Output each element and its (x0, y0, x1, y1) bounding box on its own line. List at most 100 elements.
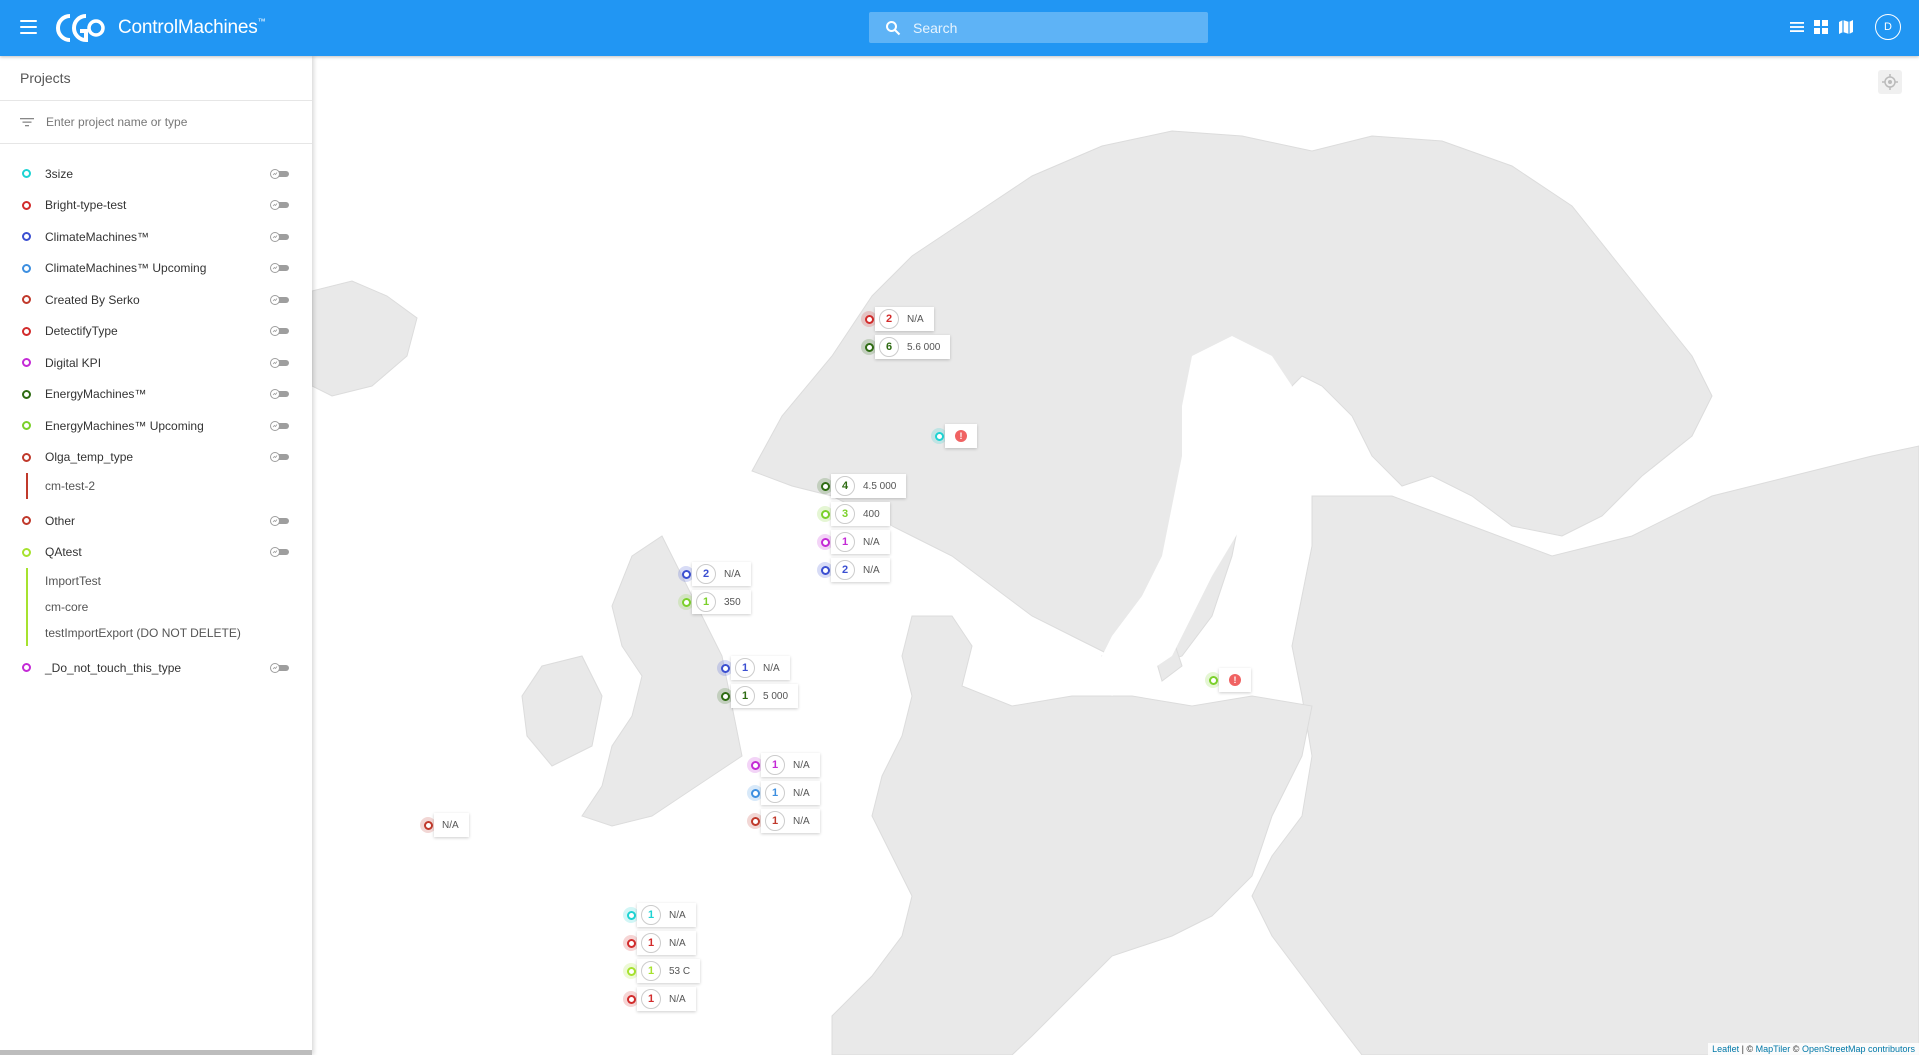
marker-card[interactable]: 1 N/A (761, 781, 820, 805)
marker-value: N/A (669, 937, 686, 949)
project-item[interactable]: Bright-type-test (0, 190, 312, 222)
marker-dot-icon (721, 664, 730, 673)
project-visibility-toggle-icon[interactable] (270, 389, 290, 400)
subitem-guide-line (26, 473, 28, 499)
search-box[interactable] (869, 12, 1208, 43)
marker-card[interactable]: 1 N/A (761, 809, 820, 833)
project-item[interactable]: EnergyMachines™ Upcoming (0, 410, 312, 442)
project-item[interactable]: Digital KPI (0, 347, 312, 379)
project-subitem[interactable]: ImportTest (0, 568, 312, 594)
project-color-dot (22, 232, 31, 242)
menu-icon[interactable] (18, 16, 40, 38)
marker-count: 1 (735, 658, 755, 678)
project-item[interactable]: Created By Serko (0, 284, 312, 316)
project-color-dot (22, 200, 31, 210)
project-visibility-toggle-icon[interactable] (270, 200, 290, 211)
subitem-name: cm-test-2 (45, 479, 96, 493)
locate-me-button[interactable] (1878, 70, 1902, 94)
marker-card[interactable]: 2 N/A (831, 558, 890, 582)
project-visibility-toggle-icon[interactable] (270, 452, 290, 463)
marker-card[interactable]: 1 53 C (637, 959, 701, 983)
project-visibility-toggle-icon[interactable] (270, 357, 290, 368)
brand-logo[interactable]: ControlMachines™ (52, 10, 266, 46)
marker-card[interactable]: ! (1219, 668, 1251, 692)
project-visibility-toggle-icon[interactable] (270, 547, 290, 558)
marker-card[interactable]: 1 N/A (731, 656, 790, 680)
marker-value: N/A (669, 993, 686, 1005)
marker-dot-icon (935, 432, 944, 441)
project-item[interactable]: QAtest (0, 537, 312, 569)
project-visibility-toggle-icon[interactable] (270, 263, 290, 274)
list-view-icon[interactable] (1788, 18, 1806, 36)
marker-card[interactable]: 1 N/A (831, 530, 890, 554)
map-view[interactable]: 2 N/A 6 5.6 000! 4 4.5 000 3 400 1 N/A 2 N/A 2 N/A 1 35… (312, 56, 1919, 1055)
marker-card[interactable]: 2 N/A (692, 562, 751, 586)
marker-card[interactable]: 4 4.5 000 (831, 474, 907, 498)
leaflet-link[interactable]: Leaflet (1712, 1044, 1739, 1054)
project-item[interactable]: Other (0, 505, 312, 537)
project-color-dot (22, 389, 31, 399)
alert-icon: ! (955, 430, 967, 442)
sidebar-scrollbar[interactable] (0, 1050, 312, 1055)
marker-card[interactable]: 2 N/A (875, 307, 934, 331)
map-view-icon[interactable] (1837, 18, 1855, 36)
search-input[interactable] (911, 18, 1195, 37)
project-visibility-toggle-icon[interactable] (270, 294, 290, 305)
marker-count: 1 (641, 933, 661, 953)
project-visibility-toggle-icon[interactable] (270, 420, 290, 431)
project-filter-input[interactable] (44, 114, 308, 130)
marker-card[interactable]: N/A (434, 813, 469, 837)
project-name: ClimateMachines™ Upcoming (45, 261, 207, 276)
project-subitem[interactable]: cm-test-2 (0, 473, 312, 499)
marker-dot-icon (865, 343, 874, 352)
project-item[interactable]: _Do_not_touch_this_type (0, 652, 312, 684)
project-color-dot (22, 516, 31, 526)
marker-card[interactable]: 1 N/A (761, 753, 820, 777)
marker-card[interactable]: 3 400 (831, 502, 890, 526)
project-item[interactable]: ClimateMachines™ (0, 221, 312, 253)
project-subitem[interactable]: testImportExport (DO NOT DELETE) (0, 620, 312, 646)
project-item[interactable]: EnergyMachines™ (0, 379, 312, 411)
marker-value: 5 000 (763, 690, 789, 702)
subitem-guide-line (26, 568, 28, 594)
marker-count: 1 (765, 811, 785, 831)
controlmachines-logo-icon (56, 14, 105, 43)
marker-value: 400 (863, 508, 880, 520)
marker-card[interactable]: 1 5 000 (731, 684, 799, 708)
marker-count: 1 (641, 905, 661, 925)
project-visibility-toggle-icon[interactable] (270, 662, 290, 673)
marker-card[interactable]: 1 350 (692, 590, 751, 614)
project-item[interactable]: Olga_temp_type (0, 442, 312, 474)
marker-dot-icon (865, 315, 874, 324)
marker-dot-icon (821, 482, 830, 491)
marker-value: 350 (724, 596, 741, 608)
user-avatar[interactable]: D (1875, 14, 1901, 40)
project-color-dot (22, 663, 31, 673)
project-name: DetectifyType (45, 324, 118, 339)
project-name: Other (45, 513, 76, 528)
marker-card[interactable]: 1 N/A (637, 987, 696, 1011)
project-item[interactable]: 3size (0, 158, 312, 190)
marker-dot-icon (627, 911, 636, 920)
project-subitem[interactable]: cm-core (0, 594, 312, 620)
marker-value: N/A (763, 662, 780, 674)
marker-card[interactable]: 1 N/A (637, 931, 696, 955)
marker-card[interactable]: 6 5.6 000 (875, 335, 951, 359)
brand-name: ControlMachines™ (118, 17, 266, 38)
project-filter[interactable] (0, 101, 312, 144)
osm-link[interactable]: OpenStreetMap contributors (1802, 1044, 1915, 1054)
marker-count: 2 (696, 564, 716, 584)
project-visibility-toggle-icon[interactable] (270, 231, 290, 242)
marker-dot-icon (627, 967, 636, 976)
marker-dot-icon (682, 570, 691, 579)
project-name: QAtest (45, 545, 82, 560)
project-item[interactable]: ClimateMachines™ Upcoming (0, 253, 312, 285)
project-item[interactable]: DetectifyType (0, 316, 312, 348)
grid-view-icon[interactable] (1812, 18, 1830, 36)
project-visibility-toggle-icon[interactable] (270, 515, 290, 526)
marker-card[interactable]: 1 N/A (637, 903, 696, 927)
marker-card[interactable]: ! (945, 424, 977, 448)
project-visibility-toggle-icon[interactable] (270, 168, 290, 179)
project-visibility-toggle-icon[interactable] (270, 326, 290, 337)
maptiler-link[interactable]: MapTiler (1756, 1044, 1791, 1054)
